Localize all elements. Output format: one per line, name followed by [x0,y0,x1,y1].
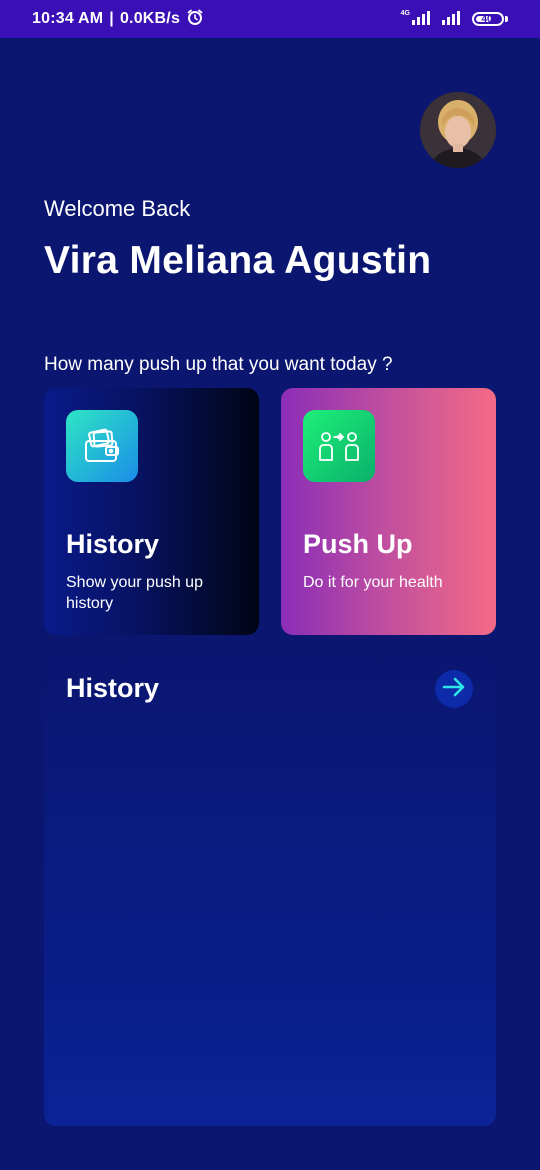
history-card-title: History [66,529,160,559]
pushup-card-title: Push Up [303,529,413,559]
history-see-all-button[interactable] [435,670,473,708]
status-net-speed: 0.0KB/s [119,10,181,27]
history-section-title: History [66,673,160,703]
battery-tip [505,16,508,22]
status-left: 10:34 AM | 0.0KB/s [32,8,204,31]
pushup-card-description: Do it for your health [303,574,443,591]
user-name: Vira Meliana Agustin [44,239,432,282]
pushup-question: How many push up that you want today ? [44,354,393,375]
arrow-right-icon [442,677,466,702]
welcome-text: Welcome Back [44,196,191,221]
network-type-label: 4G [400,9,410,17]
history-panel: History [44,650,496,1126]
status-separator: | [109,10,114,27]
status-right: 4G 40 [401,9,508,30]
signal-icon-secondary [442,9,464,30]
battery-icon: 40 [472,12,504,26]
history-card-description: Show your push up history [66,574,203,612]
pushup-card[interactable]: Push Up Do it for your health [281,388,496,635]
user-avatar[interactable] [420,92,496,168]
status-bar: 10:34 AM | 0.0KB/s 4G 40 [0,0,540,38]
status-time: 10:34 AM [32,10,104,27]
signal-icon [412,9,434,30]
battery-percent: 40 [481,13,493,25]
people-exchange-icon [303,410,375,482]
avatar-portrait [420,92,496,168]
history-card[interactable]: History Show your push up history [44,388,259,635]
alarm-icon [186,8,204,31]
wallet-icon [66,410,138,482]
